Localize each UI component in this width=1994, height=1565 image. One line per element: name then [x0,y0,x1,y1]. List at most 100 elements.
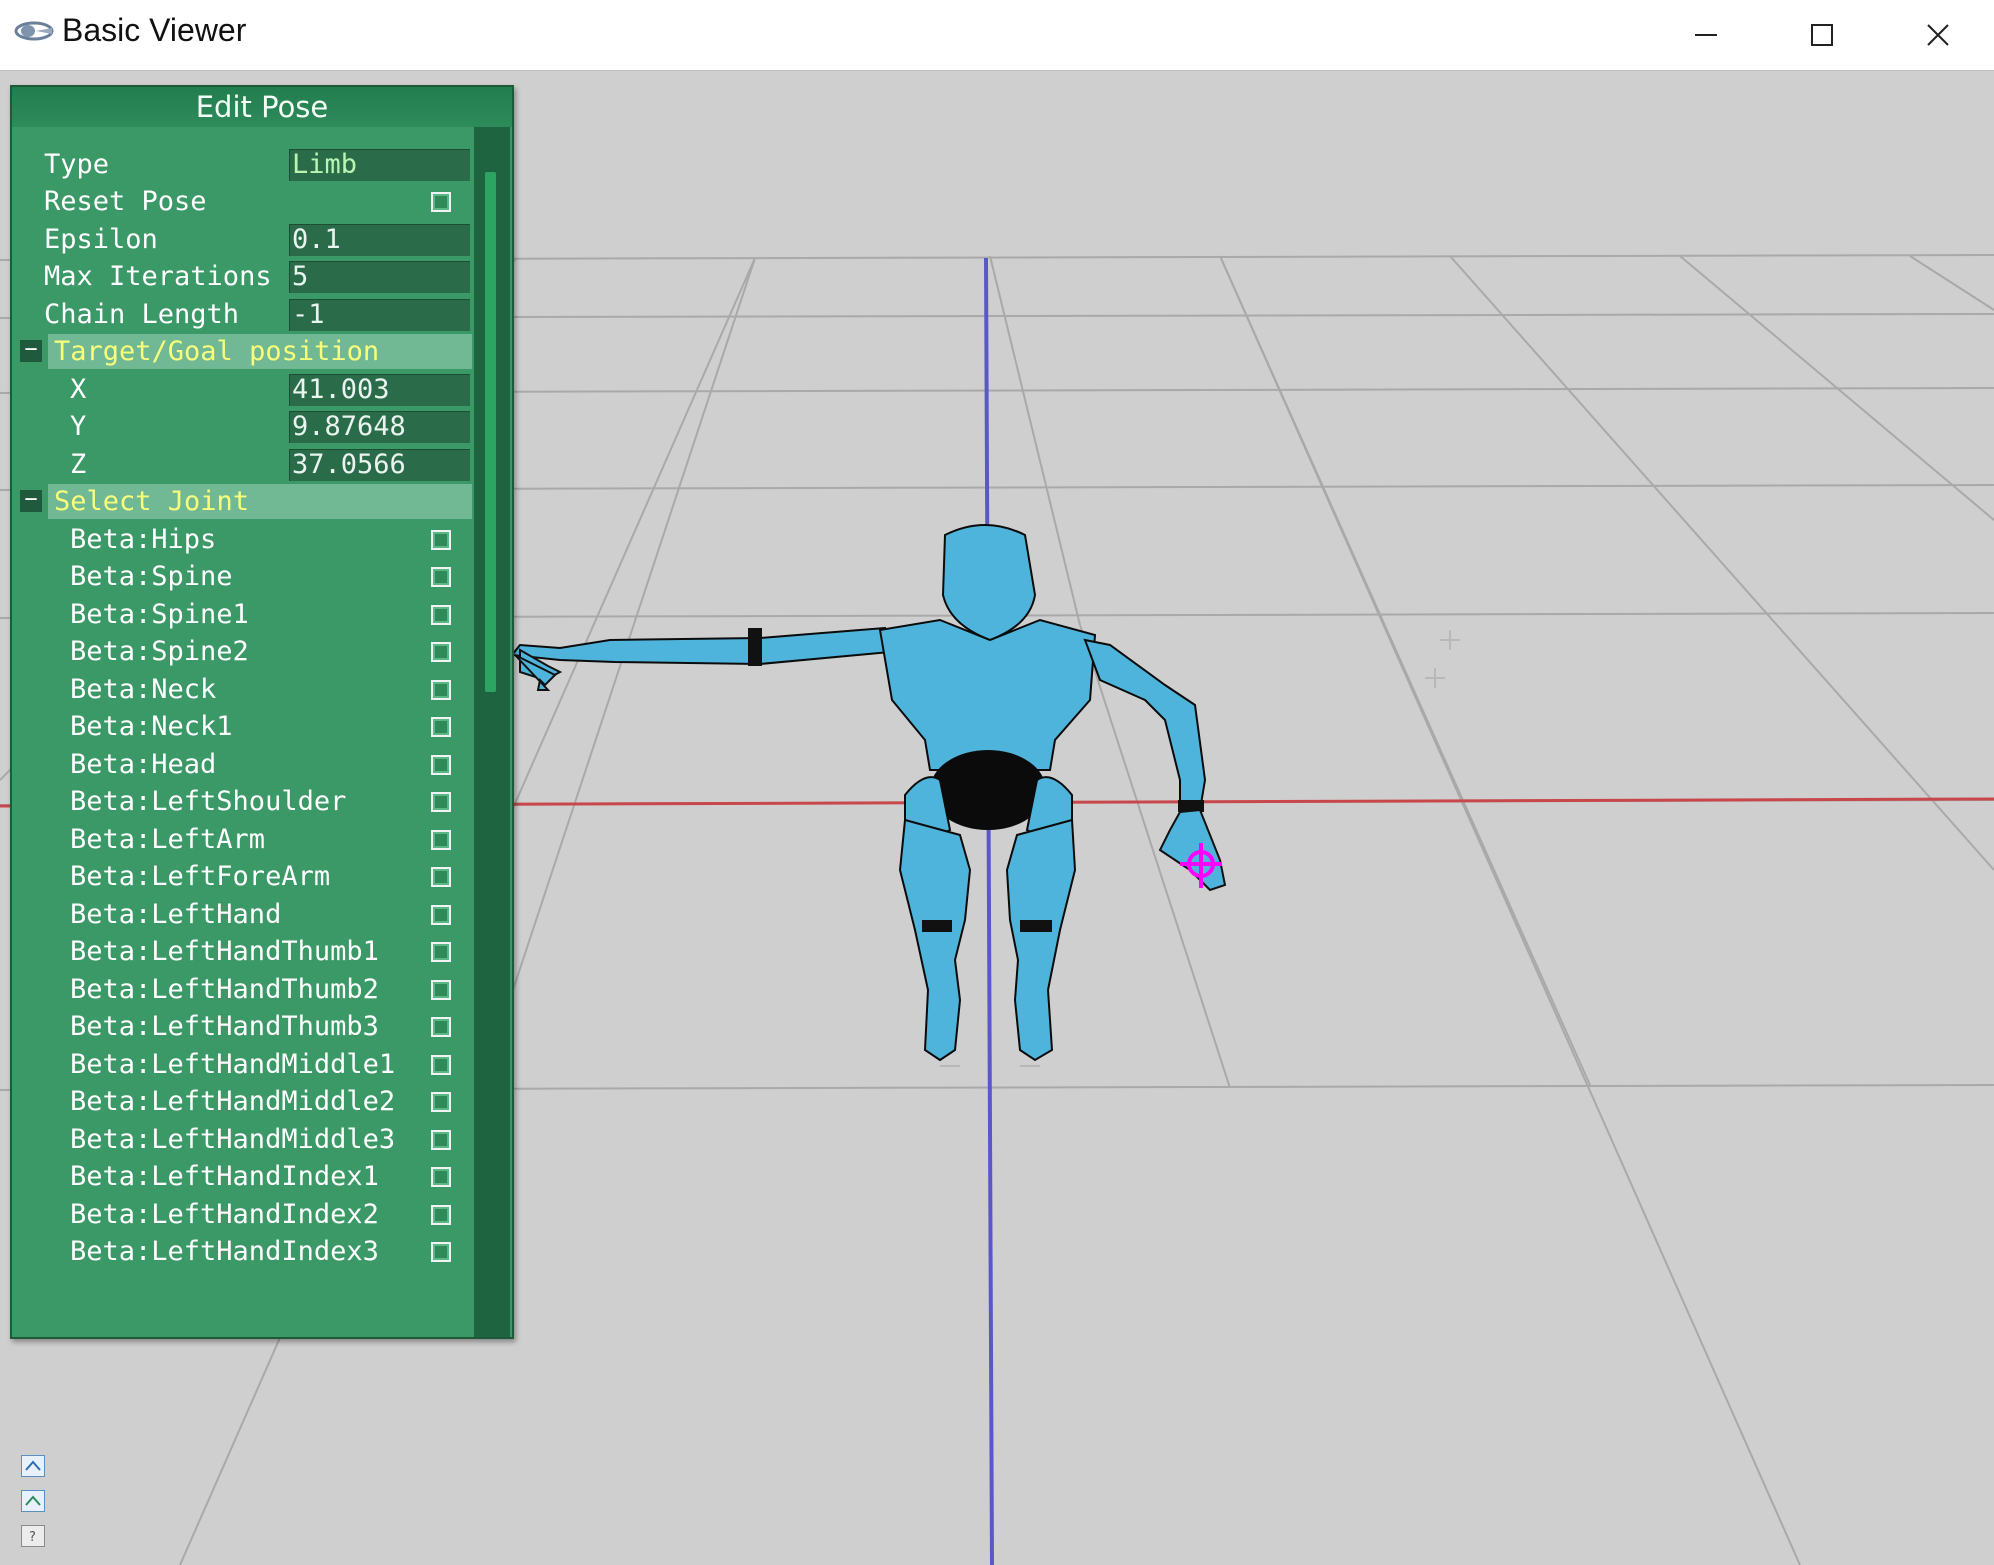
target-y-field[interactable]: 9.87648 [289,411,470,443]
reset-pose-checkbox[interactable] [431,192,451,212]
joint-checkbox[interactable] [431,605,451,625]
joint-label: Beta:LeftForeArm [70,861,331,892]
joint-row[interactable]: Beta:LeftShoulder [12,783,472,820]
group-label: Select Joint [54,486,250,517]
joint-row[interactable]: Beta:LeftArm [12,821,472,858]
target-goal-group-header[interactable]: − Target/Goal position [20,333,472,370]
panel-title[interactable]: Edit Pose [12,87,512,127]
joint-label: Beta:Head [70,749,217,780]
joint-checkbox[interactable] [431,717,451,737]
max-iterations-field[interactable]: 5 [289,261,470,293]
joint-row[interactable]: Beta:LeftHand [12,896,472,933]
joint-label: Beta:LeftShoulder [70,786,347,817]
joint-row[interactable]: Beta:Spine2 [12,633,472,670]
field-label: Type [44,149,110,180]
joint-label: Beta:LeftHandMiddle3 [70,1124,396,1155]
joint-checkbox[interactable] [431,980,451,1000]
joint-row[interactable]: Beta:LeftHandThumb1 [12,933,472,970]
help-icon[interactable]: ? [21,1525,45,1547]
joint-label: Beta:LeftHandIndex3 [70,1236,379,1267]
close-button[interactable] [1880,0,1994,70]
group-label: Target/Goal position [54,336,380,367]
joint-row[interactable]: Beta:Spine1 [12,596,472,633]
joint-row[interactable]: Beta:LeftForeArm [12,858,472,895]
joint-label: Beta:Neck [70,674,217,705]
field-label: Reset Pose [44,186,207,217]
joint-row[interactable]: Beta:LeftHandIndex3 [12,1233,472,1270]
joint-checkbox[interactable] [431,1242,451,1262]
joint-row[interactable]: Beta:Neck [12,671,472,708]
joint-row[interactable]: Beta:LeftHandThumb3 [12,1008,472,1045]
joint-label: Beta:LeftHandMiddle2 [70,1086,396,1117]
joint-checkbox[interactable] [431,680,451,700]
target-x-field[interactable]: 41.003 [289,374,470,406]
joint-checkbox[interactable] [431,867,451,887]
field-label: Chain Length [44,299,240,330]
joint-checkbox[interactable] [431,1205,451,1225]
joint-checkbox[interactable] [431,1055,451,1075]
app-logo-icon [14,21,54,41]
field-label: Max Iterations [44,261,272,292]
joint-label: Beta:LeftHandThumb2 [70,974,379,1005]
minimize-icon [1695,34,1717,36]
joint-label: Beta:Spine1 [70,599,249,630]
joint-row[interactable]: Beta:LeftHandMiddle2 [12,1083,472,1120]
field-label: Epsilon [44,224,158,255]
select-joint-group-header[interactable]: − Select Joint [20,483,472,520]
joint-row[interactable]: Beta:LeftHandMiddle3 [12,1121,472,1158]
joint-row[interactable]: Beta:LeftHandIndex2 [12,1196,472,1233]
svg-text:?: ? [29,1530,36,1545]
joint-row[interactable]: Beta:LeftHandIndex1 [12,1158,472,1195]
joint-checkbox[interactable] [431,1130,451,1150]
title-bar: Basic Viewer [0,0,1994,71]
joint-checkbox[interactable] [431,530,451,550]
joint-label: Beta:Spine2 [70,636,249,667]
joint-label: Beta:LeftHandMiddle1 [70,1049,396,1080]
joint-row[interactable]: Beta:Neck1 [12,708,472,745]
joint-label: Beta:Hips [70,524,217,555]
target-z-field[interactable]: 37.0566 [289,449,470,481]
edit-pose-panel: Edit Pose Type Limb Reset Pose Epsilon 0… [10,85,514,1339]
field-row-reset-pose: Reset Pose [12,183,472,220]
close-icon [1927,24,1949,46]
epsilon-field[interactable]: 0.1 [289,224,470,256]
joint-label: Beta:LeftArm [70,824,266,855]
joint-checkbox[interactable] [431,830,451,850]
joint-checkbox[interactable] [431,755,451,775]
joint-checkbox[interactable] [431,642,451,662]
joint-row[interactable]: Beta:Hips [12,521,472,558]
maximize-icon [1811,24,1833,46]
joint-checkbox[interactable] [431,567,451,587]
chain-length-field[interactable]: -1 [289,299,470,331]
joint-checkbox[interactable] [431,792,451,812]
field-row-chain-length: Chain Length -1 [12,296,472,333]
joint-checkbox[interactable] [431,942,451,962]
joint-label: Beta:Neck1 [70,711,233,742]
field-row-epsilon: Epsilon 0.1 [12,221,472,258]
panel-scrollbar-thumb[interactable] [485,172,496,692]
minimize-button[interactable] [1648,0,1764,70]
field-row-type: Type Limb [12,146,472,183]
joint-row[interactable]: Beta:LeftHandMiddle1 [12,1046,472,1083]
joint-checkbox[interactable] [431,1092,451,1112]
coord-label: Y [70,411,87,442]
joint-row[interactable]: Beta:Head [12,746,472,783]
expand-alt-icon[interactable] [21,1490,45,1512]
joint-label: Beta:LeftHand [70,899,282,930]
joint-checkbox[interactable] [431,1017,451,1037]
joint-label: Beta:LeftHandThumb3 [70,1011,379,1042]
joint-label: Beta:LeftHandThumb1 [70,936,379,967]
coord-row-y: Y 9.87648 [12,408,472,445]
expand-icon[interactable] [21,1455,45,1477]
maximize-button[interactable] [1764,0,1880,70]
joint-row[interactable]: Beta:LeftHandThumb2 [12,971,472,1008]
joint-checkbox[interactable] [431,1167,451,1187]
collapse-toggle-icon[interactable]: − [20,339,42,362]
coord-label: Z [70,449,87,480]
collapse-toggle-icon[interactable]: − [20,489,42,512]
joint-label: Beta:LeftHandIndex1 [70,1161,379,1192]
joint-checkbox[interactable] [431,905,451,925]
type-field[interactable]: Limb [289,149,470,181]
joint-row[interactable]: Beta:Spine [12,558,472,595]
field-row-max-iterations: Max Iterations 5 [12,258,472,295]
